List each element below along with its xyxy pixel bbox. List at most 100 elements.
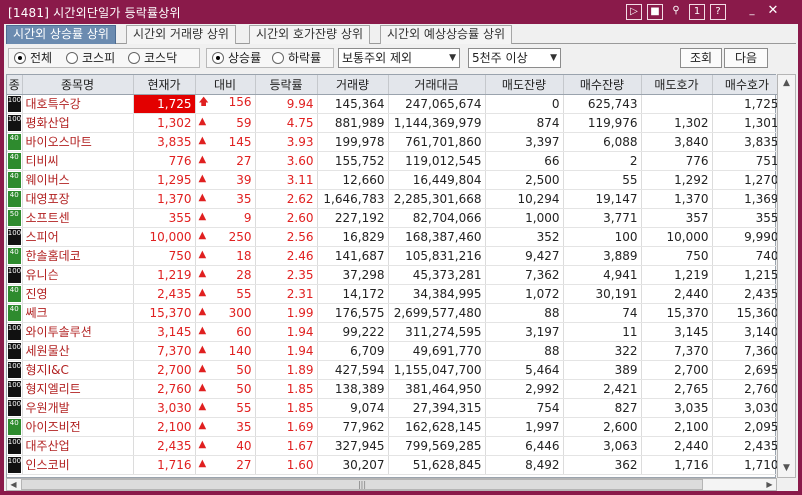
column-header[interactable]: 현재가 <box>133 75 196 95</box>
change-rate: 1.94 <box>255 322 318 342</box>
bid-price: 1,270 <box>712 170 783 190</box>
tab-after-hours-order-balance[interactable]: 시간외 호가잔량 상위 <box>249 25 370 44</box>
stock-type-select[interactable]: 보통주외 제외 ▼ <box>338 48 460 68</box>
column-header[interactable]: 등락률 <box>255 75 318 95</box>
column-header[interactable]: 매수호가 <box>712 75 783 95</box>
next-button[interactable]: 다음 <box>724 48 768 68</box>
tab-after-hours-gainers[interactable]: 시간외 상승률 상위 <box>6 25 116 44</box>
volume-threshold-select[interactable]: 5천주 이상 ▼ <box>468 48 561 68</box>
tab-after-hours-volume[interactable]: 시간외 거래량 상위 <box>126 25 236 44</box>
market-radio-kospi[interactable]: 코스피 <box>66 50 115 66</box>
table-row[interactable]: 100 형지I&C 2,700 ▲ 50 1.89 427,594 1,155,047,700… <box>7 360 783 380</box>
change-rate: 1.60 <box>255 455 318 475</box>
volume: 141,687 <box>317 246 389 266</box>
table-row[interactable]: 40 바이오스마트 3,835 ▲ 145 3.93 199,978 761,701,860 3… <box>7 132 783 152</box>
window-icon[interactable]: ■ <box>647 4 663 20</box>
pin-icon[interactable]: ⚲ <box>668 4 684 20</box>
table-row[interactable]: 100 스피어 10,000 ▲ 250 2.56 16,829 168,387,460 352… <box>7 227 783 247</box>
volume: 145,364 <box>317 94 389 114</box>
scroll-left-icon[interactable]: ◀ <box>7 479 20 490</box>
column-header[interactable]: 매도잔량 <box>485 75 564 95</box>
stock-name: 대주산업 <box>22 436 134 456</box>
direction-radio-down[interactable]: 하락률 <box>272 50 321 66</box>
bid-price: 2,435 <box>712 284 783 304</box>
market-radio-all[interactable]: 전체 <box>14 50 52 66</box>
volume: 327,945 <box>317 436 389 456</box>
bid-price: 3,140 <box>712 322 783 342</box>
stock-name: 세원물산 <box>22 341 134 361</box>
table-row[interactable]: 100 형지엘리트 2,760 ▲ 50 1.85 138,389 381,464,950 2,… <box>7 379 783 399</box>
change-cell: ▲ 250 <box>195 227 256 247</box>
column-header[interactable]: 매도호가 <box>641 75 713 95</box>
change-value: 140 <box>228 343 252 358</box>
volume: 37,298 <box>317 265 389 285</box>
table-row[interactable]: 40 아이즈비전 2,100 ▲ 35 1.69 77,962 162,628,145 1,99… <box>7 417 783 437</box>
trade-amount: 168,387,460 <box>388 227 486 247</box>
table-row[interactable]: 100 대호특수강 1,725 🡅 156 9.94 145,364 247,065,674 0… <box>7 94 783 114</box>
margin-badge: 40 <box>7 304 21 321</box>
table-row[interactable]: 40 쎄크 15,370 ▲ 300 1.99 176,575 2,699,577,480 88… <box>7 303 783 323</box>
change-value: 39 <box>236 172 252 187</box>
volume: 9,074 <box>317 398 389 418</box>
table-row[interactable]: 40 한솔홈데코 750 ▲ 18 2.46 141,687 105,831,216 9,427… <box>7 246 783 266</box>
scroll-down-icon[interactable]: ▼ <box>778 460 795 477</box>
query-button[interactable]: 조회 <box>680 48 722 68</box>
help-icon[interactable]: 1 <box>689 4 705 20</box>
column-header[interactable]: 대비 <box>195 75 256 95</box>
column-header[interactable]: 매수잔량 <box>563 75 642 95</box>
minimize-icon[interactable]: _ <box>744 4 760 20</box>
link-icon[interactable]: ▷ <box>626 4 642 20</box>
change-value: 55 <box>236 400 252 415</box>
horizontal-scrollbar[interactable]: ◀ ||| ▶ <box>6 478 777 491</box>
table-row[interactable]: 100 와이투솔루션 3,145 ▲ 60 1.94 99,222 311,274,595 3,… <box>7 322 783 342</box>
table-row[interactable]: 100 세원물산 7,370 ▲ 140 1.94 6,709 49,691,770 88 322… <box>7 341 783 361</box>
tab-after-hours-expected-gainers[interactable]: 시간외 예상상승률 상위 <box>380 25 513 44</box>
margin-badge: 100 <box>7 114 21 131</box>
bid-quantity: 2 <box>563 151 642 171</box>
ask-quantity: 3,197 <box>485 322 564 342</box>
bid-price: 740 <box>712 246 783 266</box>
vertical-scrollbar[interactable]: ▲ ▼ <box>777 74 796 478</box>
change-value: 27 <box>236 153 252 168</box>
column-header[interactable]: 거래량 <box>317 75 389 95</box>
close-icon[interactable]: ✕ <box>765 4 781 20</box>
change-cell: ▲ 40 <box>195 436 256 456</box>
column-header[interactable]: 종목명 <box>22 75 134 95</box>
change-cell: ▲ 145 <box>195 132 256 152</box>
up-arrow-icon: ▲ <box>198 134 207 146</box>
ask-price: 2,700 <box>641 360 713 380</box>
table-row[interactable]: 100 인스코비 1,716 ▲ 27 1.60 30,207 51,628,845 8,492… <box>7 455 783 475</box>
current-price: 1,716 <box>133 455 196 475</box>
bid-price: 1,369 <box>712 189 783 209</box>
table-row[interactable]: 40 진영 2,435 ▲ 55 2.31 14,172 34,384,995 1,072 30,… <box>7 284 783 304</box>
volume: 155,752 <box>317 151 389 171</box>
table-row[interactable]: 100 우원개발 3,030 ▲ 55 1.85 9,074 27,394,315 754 827… <box>7 398 783 418</box>
table-row[interactable]: 40 웨이버스 1,295 ▲ 39 3.11 12,660 16,449,804 2,500 5… <box>7 170 783 190</box>
margin-badge: 40 <box>7 133 21 150</box>
stock-name: 대영포장 <box>22 189 134 209</box>
scroll-right-icon[interactable]: ▶ <box>763 479 776 490</box>
column-header[interactable]: 거래대금 <box>388 75 486 95</box>
up-arrow-icon: ▲ <box>198 400 207 412</box>
scroll-up-icon[interactable]: ▲ <box>778 75 795 92</box>
table-row[interactable]: 50 소프트센 355 ▲ 9 2.60 227,192 82,704,066 1,000 3,7… <box>7 208 783 228</box>
info-icon[interactable]: ? <box>710 4 726 20</box>
change-cell: ▲ 28 <box>195 265 256 285</box>
margin-badge-cell: 100 <box>7 322 23 342</box>
market-radio-kosdaq[interactable]: 코스닥 <box>128 50 177 66</box>
bid-price: 2,435 <box>712 436 783 456</box>
margin-badge-cell: 40 <box>7 132 23 152</box>
up-arrow-icon: ▲ <box>198 419 207 431</box>
title-bar[interactable]: [1481] 시간외단일가 등락률상위 ▷ ■ ⚲ 1 ? _ ✕ <box>0 0 802 24</box>
column-header[interactable]: 종 <box>7 75 23 95</box>
bid-quantity: 55 <box>563 170 642 190</box>
table-row[interactable]: 40 티비씨 776 ▲ 27 3.60 155,752 119,012,545 66 2 776 7… <box>7 151 783 171</box>
table-row[interactable]: 100 대주산업 2,435 ▲ 40 1.67 327,945 799,569,285 6,4… <box>7 436 783 456</box>
scroll-thumb[interactable]: ||| <box>21 479 703 490</box>
table-row[interactable]: 100 평화산업 1,302 ▲ 59 4.75 881,989 1,144,369,979 8… <box>7 113 783 133</box>
table-row[interactable]: 40 대영포장 1,370 ▲ 35 2.62 1,646,783 2,285,301,668… <box>7 189 783 209</box>
margin-badge: 100 <box>7 437 21 454</box>
direction-radio-up[interactable]: 상승률 <box>212 50 261 66</box>
current-price: 15,370 <box>133 303 196 323</box>
table-row[interactable]: 100 유니슨 1,219 ▲ 28 2.35 37,298 45,373,281 7,362 4… <box>7 265 783 285</box>
